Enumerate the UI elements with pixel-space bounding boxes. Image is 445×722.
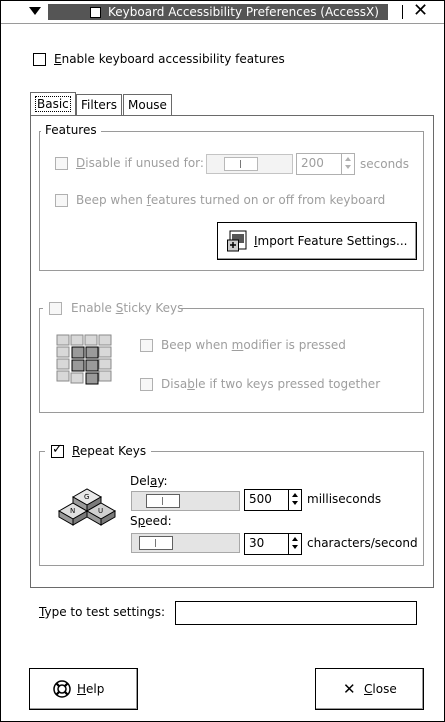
title-bar-drag-area[interactable]: Keyboard Accessibility Preferences (Acce… — [48, 4, 388, 20]
close-x-icon: ✕ — [343, 680, 356, 698]
disable-if-unused-label[interactable]: Disable if unused for: — [76, 156, 204, 170]
speed-unit-label: characters/second — [307, 536, 418, 550]
test-settings-label: Type to test settings: — [39, 605, 166, 619]
app-icon — [90, 7, 101, 18]
svg-text:G: G — [84, 493, 89, 501]
delay-label: Delay: — [130, 474, 168, 488]
enable-sticky-keys-label[interactable]: Enable Sticky Keys — [71, 301, 183, 315]
delay-slider[interactable] — [131, 491, 240, 511]
help-lifebuoy-icon — [53, 680, 71, 698]
speed-slider[interactable] — [131, 533, 240, 553]
sticky-keys-icon — [56, 334, 112, 385]
timeout-slider[interactable] — [206, 154, 293, 174]
timeout-slider-knob[interactable] — [224, 157, 258, 171]
features-frame-title: Features — [41, 123, 101, 137]
help-button[interactable]: Help — [29, 668, 138, 710]
spin-arrows-icon[interactable] — [288, 534, 301, 554]
enable-accessibility-label[interactable]: Enable keyboard accessibility features — [54, 52, 285, 66]
repeat-keys-label[interactable]: Repeat Keys — [72, 444, 146, 458]
beep-features-toggled-label[interactable]: Beep when features turned on or off from… — [76, 193, 385, 207]
disable-two-keys-label[interactable]: Disable if two keys pressed together — [161, 377, 380, 391]
svg-text:N: N — [70, 507, 75, 515]
close-button[interactable]: ✕ Close — [315, 668, 424, 710]
timeout-unit-label: seconds — [360, 157, 410, 171]
import-feature-settings-button[interactable]: Import Feature Settings... — [217, 222, 417, 260]
timeout-value[interactable]: 200 — [301, 156, 324, 170]
title-bar-separator — [402, 5, 403, 19]
window-menu-arrow-icon[interactable] — [29, 7, 41, 15]
beep-modifier-label[interactable]: Beep when modifier is pressed — [161, 338, 346, 352]
disable-if-unused-checkbox[interactable] — [55, 157, 68, 170]
tab-mouse[interactable]: Mouse — [123, 94, 172, 115]
import-settings-icon — [227, 230, 247, 252]
tab-basic[interactable]: Basic — [30, 92, 76, 116]
repeat-keys-checkbox[interactable] — [51, 443, 64, 458]
delay-slider-knob[interactable] — [146, 494, 180, 508]
tab-filters[interactable]: Filters — [76, 94, 122, 115]
speed-value[interactable]: 30 — [249, 536, 264, 550]
speed-slider-knob[interactable] — [139, 536, 173, 550]
repeat-keys-icon: N G U — [57, 488, 117, 526]
delay-spinbutton[interactable]: 500 — [244, 489, 302, 511]
beep-features-toggled-checkbox[interactable] — [55, 194, 68, 207]
beep-modifier-checkbox[interactable] — [140, 339, 153, 352]
speed-spinbutton[interactable]: 30 — [244, 533, 302, 555]
disable-two-keys-checkbox[interactable] — [140, 378, 153, 391]
timeout-spinbutton[interactable]: 200 — [296, 153, 355, 175]
svg-text:U: U — [98, 507, 103, 515]
title-bar: Keyboard Accessibility Preferences (Acce… — [1, 1, 444, 24]
accessx-window: Keyboard Accessibility Preferences (Acce… — [0, 0, 445, 722]
spin-arrows-icon[interactable] — [341, 154, 354, 174]
speed-label: Speed: — [130, 514, 172, 528]
enable-accessibility-checkbox[interactable] — [33, 53, 46, 66]
window-title: Keyboard Accessibility Preferences (Acce… — [108, 5, 379, 19]
delay-value[interactable]: 500 — [249, 492, 272, 506]
enable-sticky-keys-checkbox[interactable] — [49, 302, 62, 315]
delay-unit-label: milliseconds — [307, 492, 382, 506]
test-settings-input[interactable] — [175, 601, 417, 625]
spin-arrows-icon[interactable] — [288, 490, 301, 510]
close-x-icon[interactable]: ✕ — [413, 2, 428, 20]
